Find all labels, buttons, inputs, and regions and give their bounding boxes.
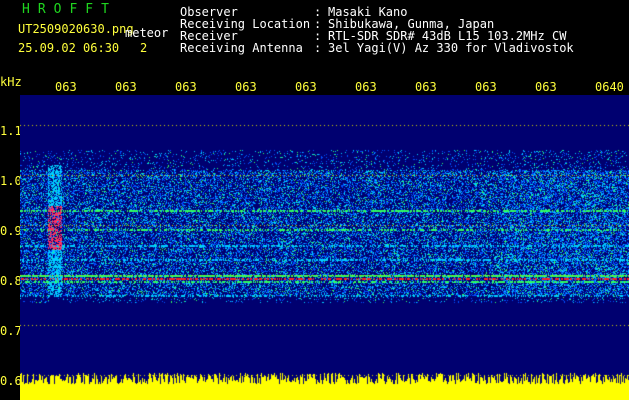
meteor-count: 2 — [140, 41, 148, 55]
x-tick-label: 063 — [55, 80, 77, 94]
x-tick-label: 0640 — [595, 80, 624, 94]
app-brand: HROFFT — [22, 2, 117, 17]
info-label-antenna: Receiving Antenna — [180, 41, 303, 55]
y-tick-label: 0.6 — [0, 374, 22, 388]
x-tick-label: 063 — [475, 80, 497, 94]
info-value-antenna: 3el Yagi(V) Az 330 for Vladivostok — [328, 41, 574, 55]
info-sep: : — [314, 41, 322, 55]
x-tick-label: 063 — [415, 80, 437, 94]
x-tick-label: 063 — [115, 80, 137, 94]
y-tick-label: 0.8 — [0, 274, 22, 288]
meteor-label: meteor — [125, 26, 169, 40]
y-tick-label: 1.0 — [0, 174, 22, 188]
datetime-label: 25.09.02 06:30 — [18, 41, 120, 55]
x-tick-label: 063 — [535, 80, 557, 94]
y-tick-label: 0.7 — [0, 324, 22, 338]
y-tick-label: 0.9 — [0, 224, 22, 238]
x-tick-label: 063 — [235, 80, 257, 94]
x-tick-label: 063 — [175, 80, 197, 94]
spectrogram-canvas — [20, 95, 629, 400]
y-tick-label: 1.1 — [0, 124, 22, 138]
x-tick-label: 063 — [295, 80, 317, 94]
x-tick-label: 063 — [355, 80, 377, 94]
filename-label: UT2509020630.png — [18, 22, 134, 36]
y-axis-unit: kHz — [0, 75, 22, 89]
